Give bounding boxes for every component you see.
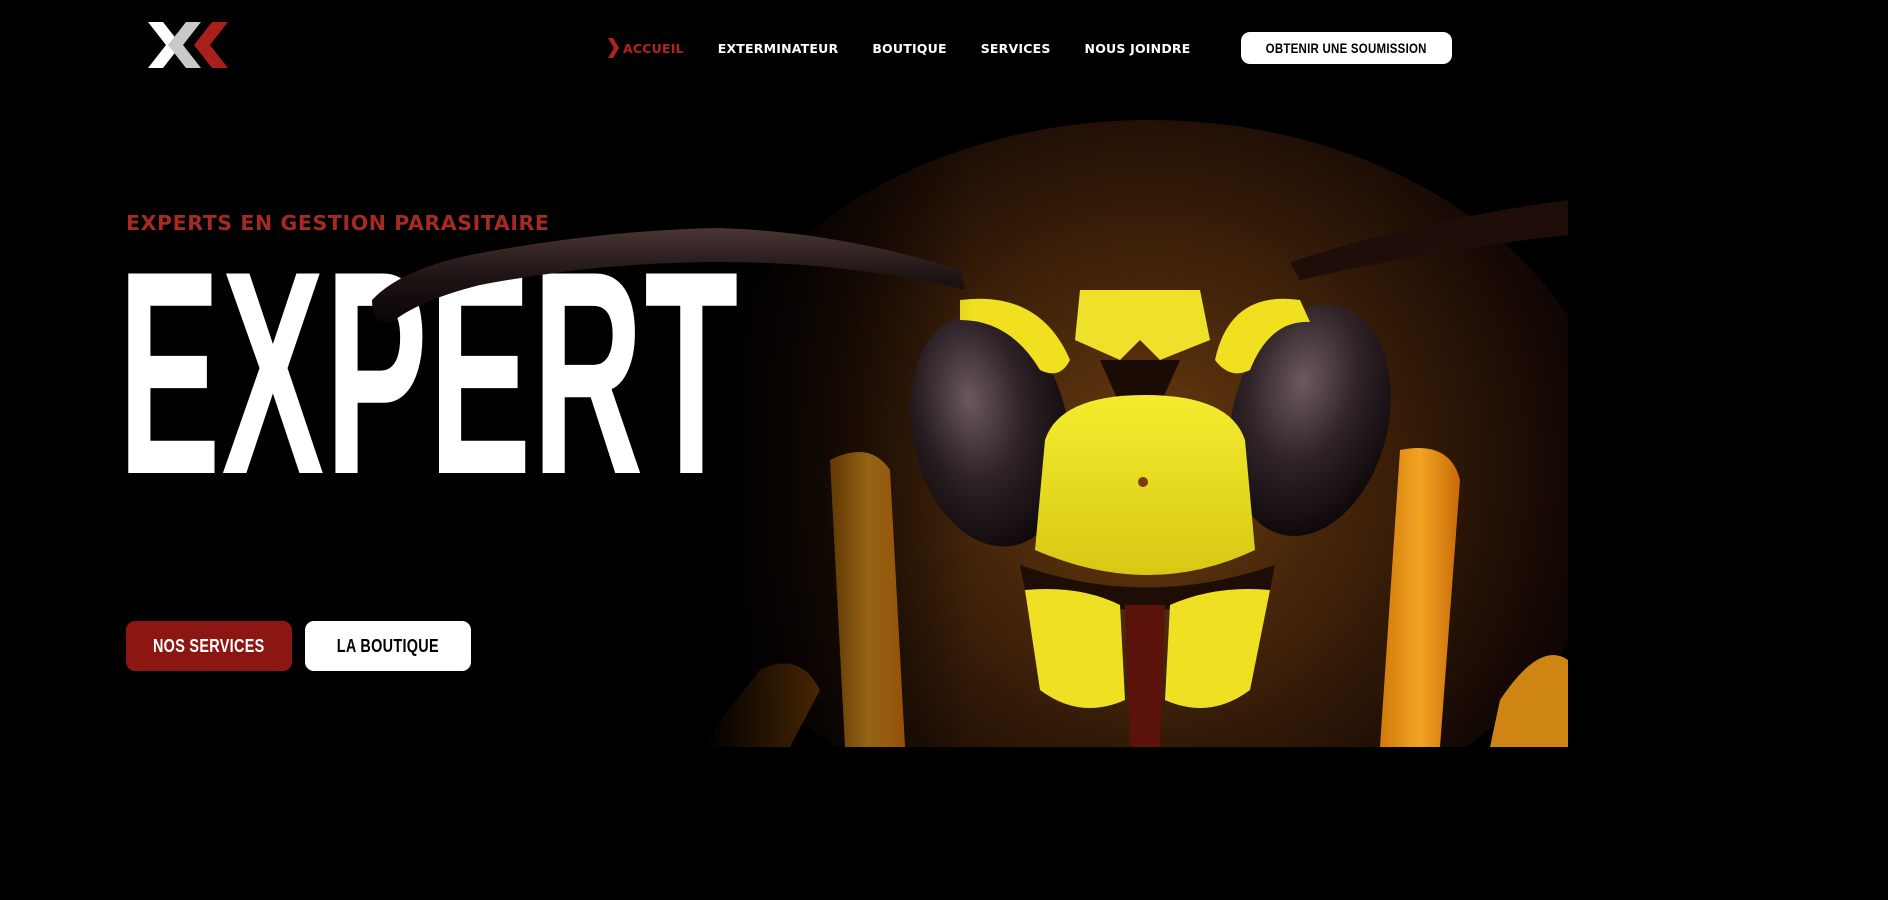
our-services-button[interactable]: NOS SERVICES bbox=[126, 621, 292, 671]
page: ACCUEIL EXTERMINATEUR BOUTIQUE SERVICES … bbox=[0, 0, 1568, 747]
nav-item-accueil[interactable]: ACCUEIL bbox=[606, 38, 684, 58]
shop-button[interactable]: LA BOUTIQUE bbox=[305, 621, 471, 671]
nav-item-label: SERVICES bbox=[980, 40, 1051, 56]
main-nav: ACCUEIL EXTERMINATEUR BOUTIQUE SERVICES … bbox=[606, 38, 1224, 58]
hero-tagline: EXPERTS EN GESTION PARASITAIRE bbox=[126, 211, 550, 235]
get-quote-button[interactable]: OBTENIR UNE SOUMISSION bbox=[1241, 32, 1452, 64]
nav-item-label: EXTERMINATEUR bbox=[717, 40, 839, 56]
our-services-label: NOS SERVICES bbox=[153, 635, 265, 656]
nav-item-boutique[interactable]: BOUTIQUE bbox=[872, 38, 946, 58]
nav-item-exterminateur[interactable]: EXTERMINATEUR bbox=[718, 38, 839, 58]
get-quote-label: OBTENIR UNE SOUMISSION bbox=[1265, 40, 1428, 56]
nav-item-label: ACCUEIL bbox=[623, 40, 684, 56]
nav-item-services[interactable]: SERVICES bbox=[981, 38, 1051, 58]
nav-item-label: BOUTIQUE bbox=[872, 40, 947, 56]
nav-item-label: NOUS JOINDRE bbox=[1084, 40, 1191, 56]
site-header: ACCUEIL EXTERMINATEUR BOUTIQUE SERVICES … bbox=[0, 0, 1568, 100]
hero-headline: EXPERT bbox=[118, 211, 740, 535]
shop-label: LA BOUTIQUE bbox=[336, 635, 440, 656]
x-logo-icon[interactable] bbox=[146, 20, 230, 70]
nav-item-nous-joindre[interactable]: NOUS JOINDRE bbox=[1085, 38, 1191, 58]
chevron-right-icon bbox=[606, 38, 620, 58]
